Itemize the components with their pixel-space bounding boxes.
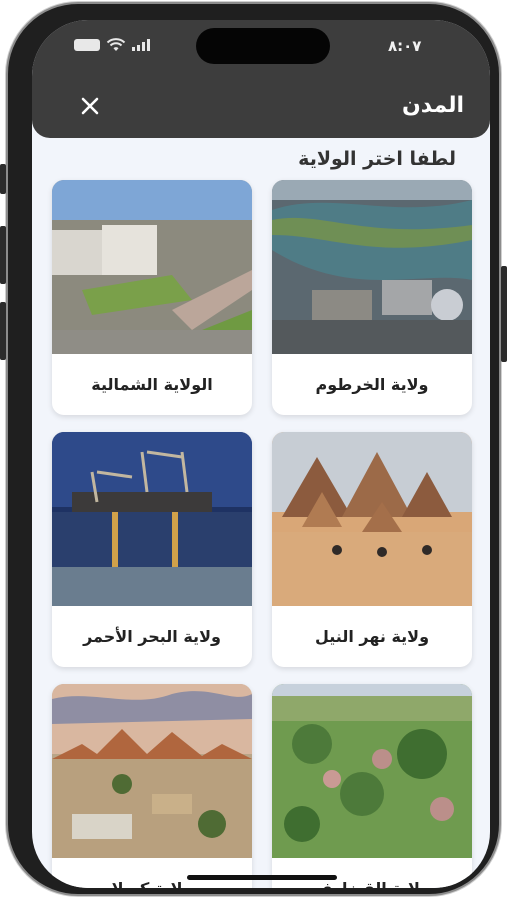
status-time: ٨:٠٧ <box>388 37 422 55</box>
mute-switch <box>0 164 6 194</box>
state-card-river-nile[interactable]: ولاية نهر النيل <box>272 432 472 667</box>
volume-up-button <box>0 226 6 284</box>
state-name: ولاية كسلا <box>52 858 252 888</box>
signal-icon <box>132 39 150 51</box>
status-icons <box>74 38 150 52</box>
state-card-red-sea[interactable]: ولاية البحر الأحمر <box>52 432 252 667</box>
state-name: ولاية الخرطوم <box>315 375 429 394</box>
state-image-northern <box>52 180 252 354</box>
state-card-khartoum[interactable]: ولاية الخرطوم <box>272 180 472 415</box>
state-image-river-nile <box>272 432 472 606</box>
state-name: ولاية البحر الأحمر <box>83 627 221 646</box>
home-indicator[interactable] <box>187 875 337 880</box>
close-button[interactable] <box>78 94 102 118</box>
app-header: ٨:٠٧ المدن <box>32 20 490 138</box>
state-image-gedaref <box>272 684 472 858</box>
phone-frame: ٨:٠٧ المدن لطفا اختر الولاية ولاية الخرط… <box>0 2 507 896</box>
power-button <box>501 266 507 362</box>
choose-state-prompt: لطفا اختر الولاية <box>298 148 456 170</box>
dynamic-island <box>196 28 330 64</box>
state-card-kassala[interactable]: ولاية كسلا <box>52 684 252 888</box>
state-card-gedaref[interactable]: ولاية القضارف <box>272 684 472 888</box>
state-image-kassala <box>52 684 252 858</box>
state-image-red-sea <box>52 432 252 606</box>
state-image-khartoum <box>272 180 472 354</box>
state-name: الولاية الشمالية <box>91 375 213 394</box>
app-screen: ٨:٠٧ المدن لطفا اختر الولاية ولاية الخرط… <box>32 20 490 888</box>
battery-icon <box>74 39 100 51</box>
state-name: ولاية نهر النيل <box>314 627 430 646</box>
wifi-icon <box>106 38 126 51</box>
volume-down-button <box>0 302 6 360</box>
close-icon <box>81 97 99 115</box>
state-card-northern[interactable]: الولاية الشمالية <box>52 180 252 415</box>
state-name: ولاية القضارف <box>272 858 472 888</box>
page-title: المدن <box>401 93 464 118</box>
